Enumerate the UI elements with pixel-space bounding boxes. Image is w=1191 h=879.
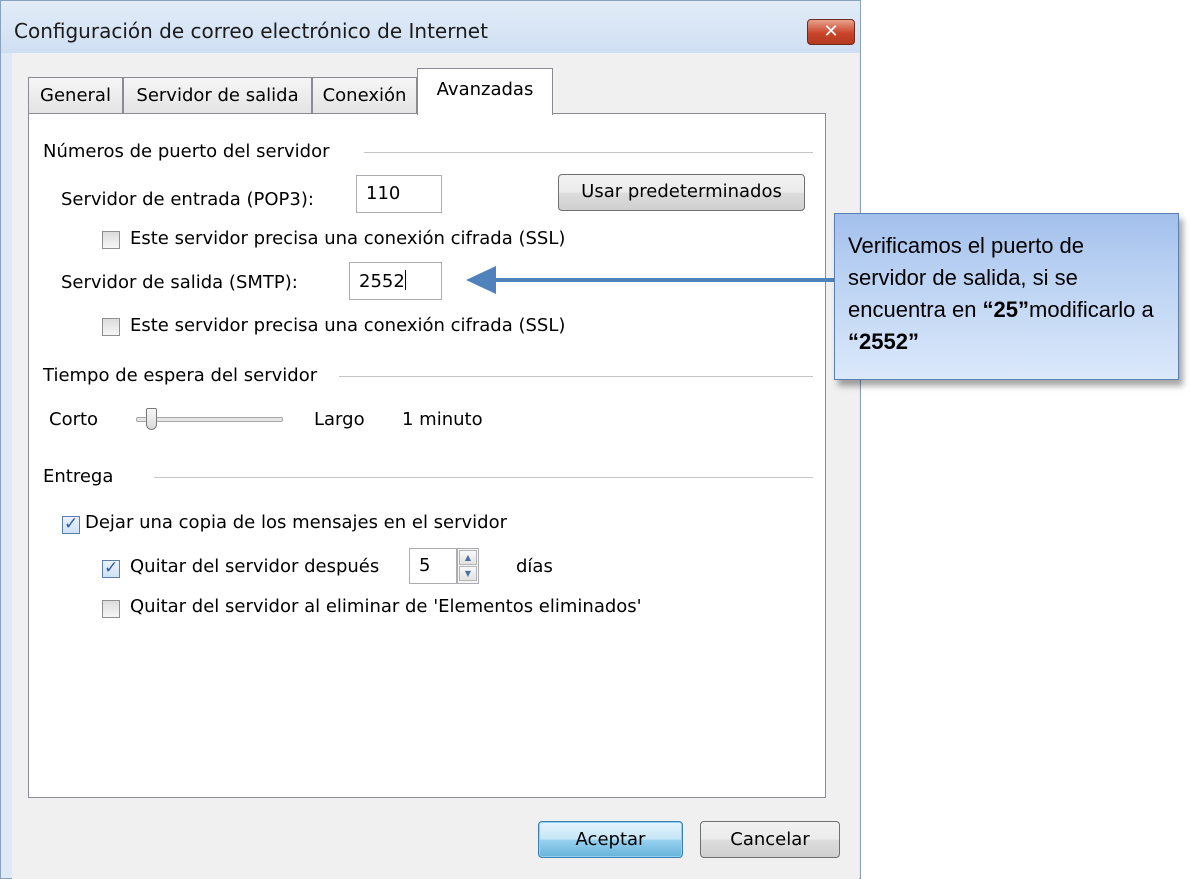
arrow-head-icon xyxy=(466,266,496,294)
days-label: días xyxy=(516,556,553,577)
timeout-long-label: Largo xyxy=(314,409,365,430)
outgoing-ssl-checkbox[interactable] xyxy=(102,318,120,336)
remove-deleted-label: Quitar del servidor al eliminar de 'Elem… xyxy=(130,596,642,617)
leave-copy-label: Dejar una copia de los mensajes en el se… xyxy=(85,512,508,533)
email-settings-dialog: Configuración de correo electrónico de I… xyxy=(0,0,861,879)
annotation-arrow xyxy=(466,266,834,294)
use-defaults-label: Usar predeterminados xyxy=(581,181,782,202)
timeout-slider-thumb[interactable] xyxy=(145,408,157,430)
outgoing-port-label: Servidor de salida (SMTP): xyxy=(61,272,298,293)
incoming-ssl-label: Este servidor precisa una conexión cifra… xyxy=(130,228,566,249)
timeout-short-label: Corto xyxy=(49,409,99,430)
advanced-panel: Números de puerto del servidor Servidor … xyxy=(28,113,826,798)
ports-group-divider xyxy=(364,152,813,153)
timeout-group-divider xyxy=(339,376,813,377)
outgoing-port-value: 2552 xyxy=(359,271,405,292)
title-bar: Configuración de correo electrónico de I… xyxy=(1,1,860,53)
remove-after-checkbox[interactable]: ✓ xyxy=(102,558,120,578)
tab-outgoing-server[interactable]: Servidor de salida xyxy=(123,77,312,114)
dialog-body: General Servidor de salida Conexión Avan… xyxy=(12,53,859,879)
tab-advanced[interactable]: Avanzadas xyxy=(417,68,553,115)
tab-connection-label: Conexión xyxy=(322,85,407,106)
remove-deleted-checkbox[interactable] xyxy=(102,600,120,618)
incoming-ssl-checkbox[interactable] xyxy=(102,231,120,249)
timeout-group-title: Tiempo de espera del servidor xyxy=(43,365,328,386)
leave-copy-checkbox[interactable]: ✓ xyxy=(62,514,80,534)
spin-up-icon[interactable]: ▲ xyxy=(459,550,477,565)
close-icon: ✕ xyxy=(823,21,839,42)
callout-bold-1: “25” xyxy=(982,297,1030,322)
incoming-port-input[interactable]: 110 xyxy=(356,175,442,213)
timeout-slider-track[interactable] xyxy=(136,417,283,422)
remove-after-days-value: 5 xyxy=(419,555,431,576)
tab-outgoing-server-label: Servidor de salida xyxy=(136,85,299,106)
ok-button[interactable]: Aceptar xyxy=(538,821,683,858)
cancel-label: Cancelar xyxy=(730,829,810,850)
ok-label: Aceptar xyxy=(575,829,646,850)
check-icon: ✓ xyxy=(64,514,79,534)
remove-after-label: Quitar del servidor después xyxy=(130,556,380,577)
check-icon: ✓ xyxy=(104,558,119,578)
cancel-button[interactable]: Cancelar xyxy=(700,821,840,858)
delivery-group-divider xyxy=(154,477,813,478)
remove-after-days-input[interactable]: 5 xyxy=(409,548,457,584)
callout-text-2: modificarlo a xyxy=(1029,297,1154,322)
use-defaults-button[interactable]: Usar predeterminados xyxy=(558,174,805,211)
incoming-port-value: 110 xyxy=(366,183,401,204)
text-cursor xyxy=(404,270,406,290)
close-button[interactable]: ✕ xyxy=(807,19,855,45)
timeout-value: 1 minuto xyxy=(402,409,483,430)
callout-bold-2: “2552” xyxy=(848,329,919,354)
tab-connection[interactable]: Conexión xyxy=(312,77,417,114)
days-spinner[interactable]: ▲ ▼ xyxy=(457,548,479,584)
spin-down-icon[interactable]: ▼ xyxy=(459,566,477,581)
tab-advanced-label: Avanzadas xyxy=(436,79,534,100)
ports-group-title: Números de puerto del servidor xyxy=(43,141,340,162)
delivery-group-title: Entrega xyxy=(43,466,124,487)
window-title: Configuración de correo electrónico de I… xyxy=(14,19,488,43)
outgoing-port-input[interactable]: 2552 xyxy=(349,262,442,300)
incoming-port-label: Servidor de entrada (POP3): xyxy=(61,189,314,210)
tab-general[interactable]: General xyxy=(28,77,123,114)
outgoing-ssl-label: Este servidor precisa una conexión cifra… xyxy=(130,315,566,336)
annotation-callout: Verificamos el puerto de servidor de sal… xyxy=(834,213,1179,380)
tab-general-label: General xyxy=(40,85,111,106)
